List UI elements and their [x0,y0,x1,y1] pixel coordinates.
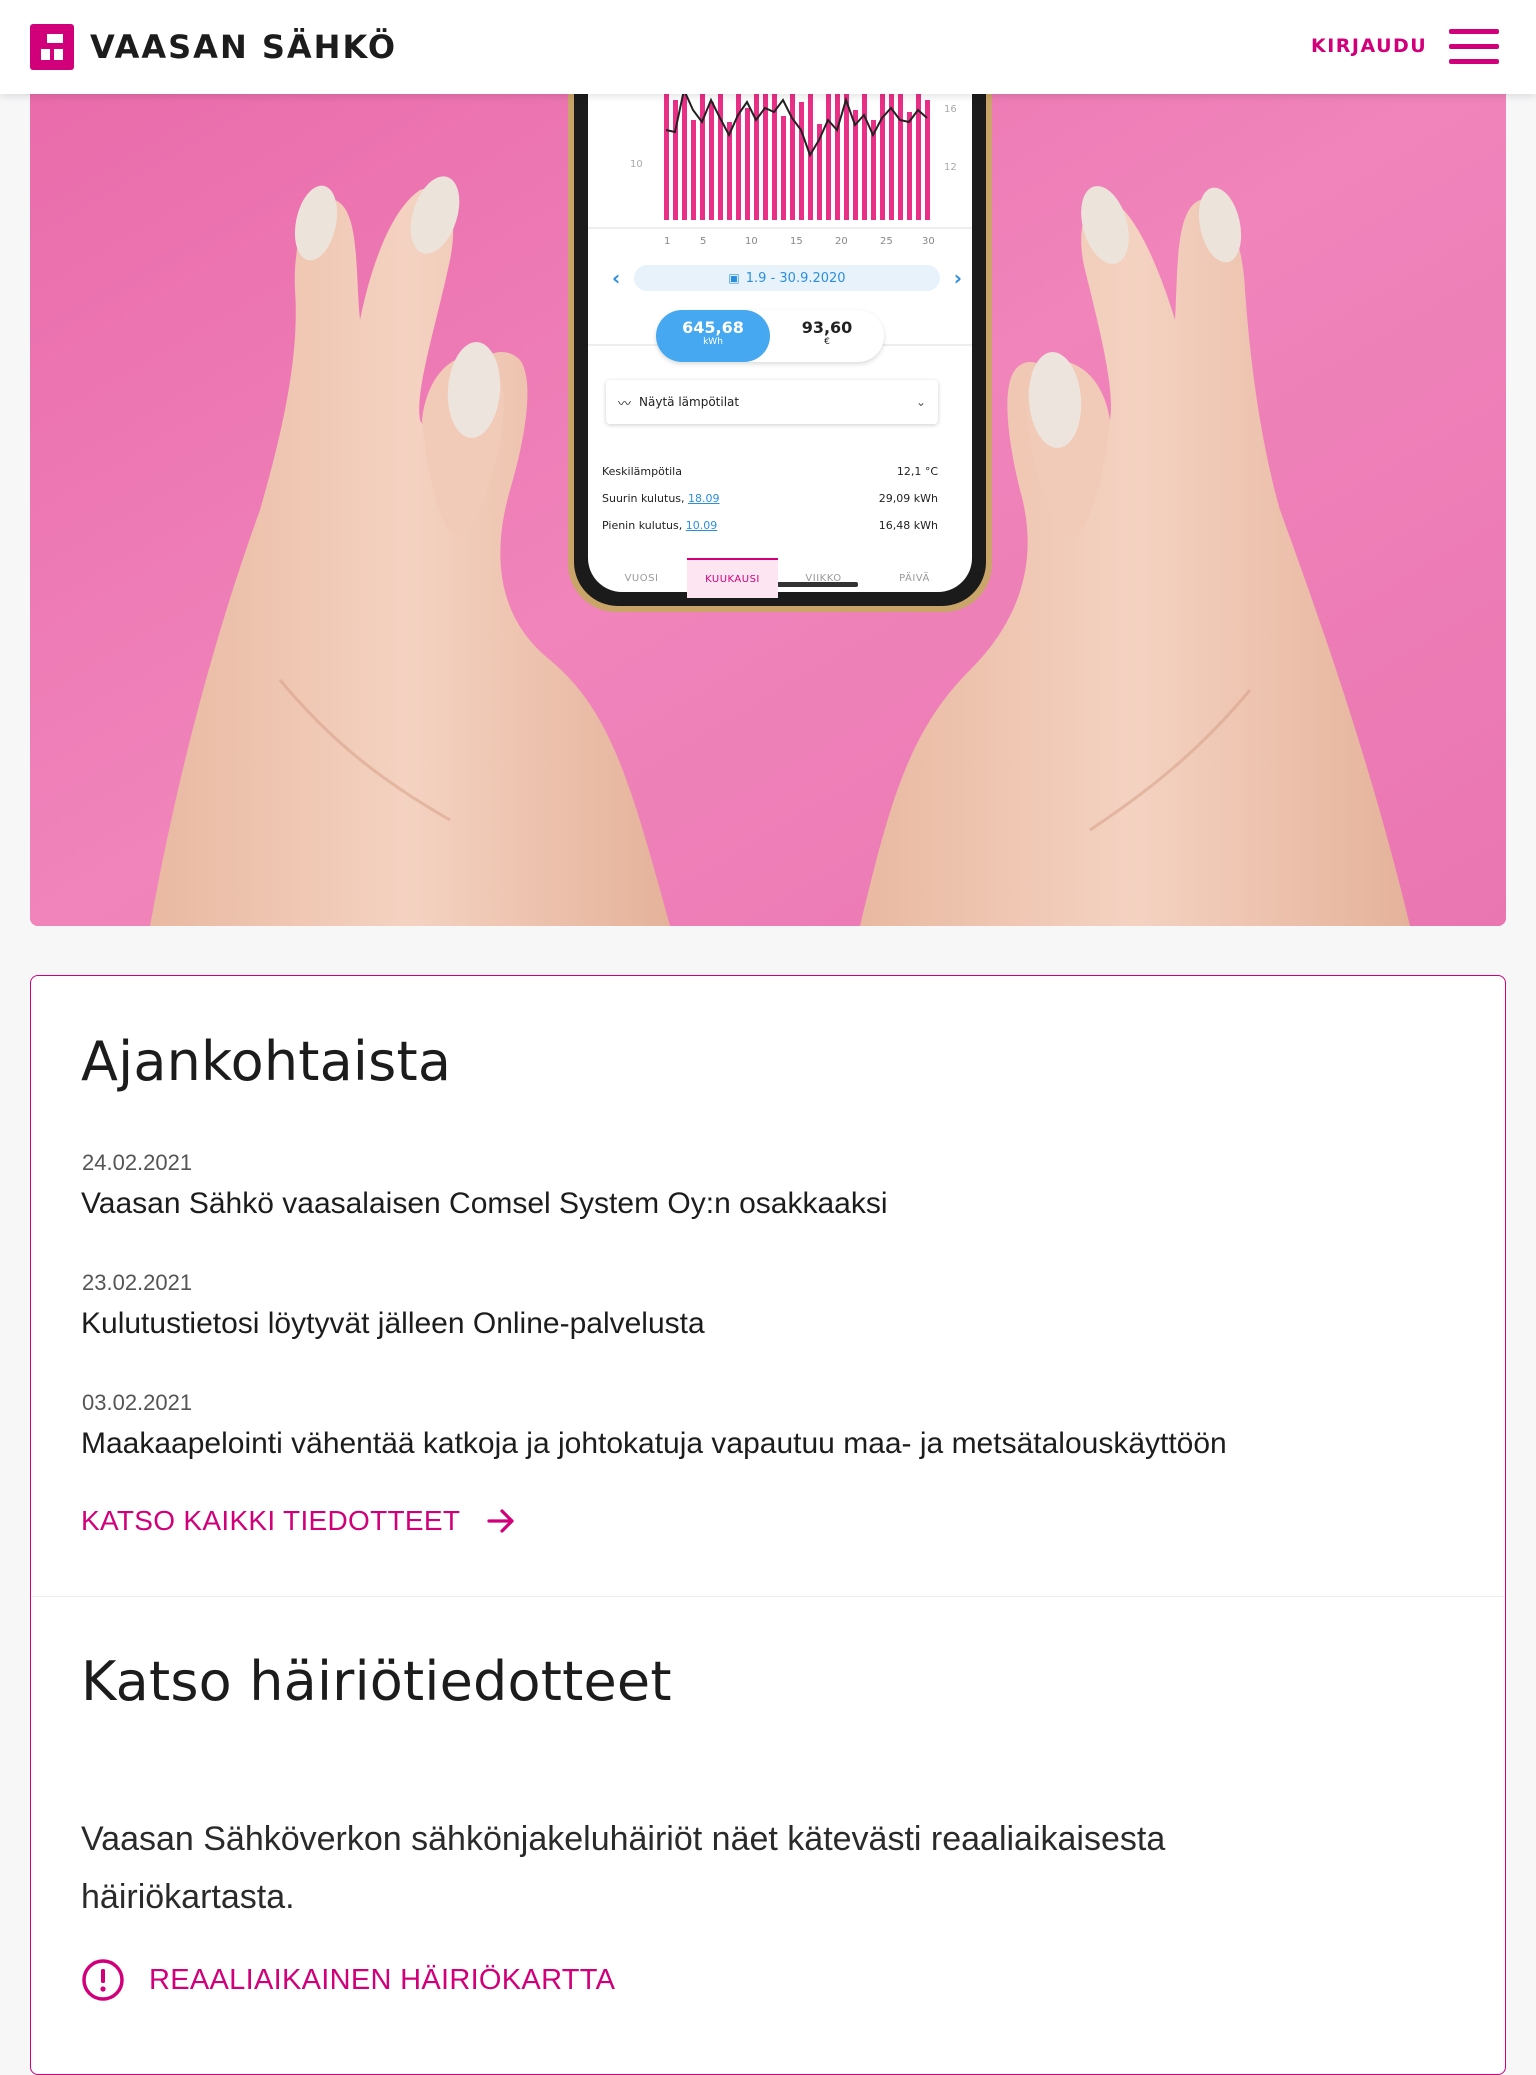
phone-stat-label: Pienin kulutus, 10.09 [602,519,718,532]
brand-logo-icon [30,24,74,70]
phone-x-tick: 20 [835,236,848,247]
news-date: 03.02.2021 [82,1390,193,1415]
phone-tab: VUOSI [624,572,659,584]
phone-temperature-dropdown: 〰 Näytä lämpötilat ⌄ [606,380,938,424]
phone-axis-left-tick: 10 [630,159,643,170]
news-date: 23.02.2021 [82,1270,193,1295]
phone-axis-right-tick: 12 [944,162,957,173]
section-divider [31,1596,1505,1597]
phone-energy-unit: kWh [703,337,723,347]
outage-section-title: Katso häiriötiedotteet [81,1650,672,1713]
arrow-right-icon [486,1506,516,1536]
phone-stat-date-link: 10.09 [685,519,718,532]
phone-calendar-icon: ▣ [728,271,740,285]
news-item-link[interactable]: Maakaapelointi vähentää katkoja ja johto… [81,1427,1227,1461]
hero-image: 20 10 16 12 151015202530 ‹ ▣ 1.9 - 30.9.… [30,60,1506,926]
phone-chevron-down-icon: ⌄ [915,395,926,409]
outage-description: Vaasan Sähköverkon sähkönjakeluhäiriöt n… [81,1820,1166,1916]
phone-cost-value: 93,60 [801,318,853,337]
site-header: VAASAN SÄHKÖ KIRJAUDU [0,0,1536,94]
phone-date-range: 1.9 - 30.9.2020 [745,270,846,286]
phone-trend-icon: 〰 [618,396,632,412]
phone-x-tick: 5 [700,236,707,247]
phone-stat-date-link: 18.09 [688,492,720,505]
phone-tab: PÄIVÄ [899,572,930,584]
login-link[interactable]: KIRJAUDU [1311,35,1427,57]
all-news-link[interactable]: KATSO KAIKKI TIEDOTTEET [81,1503,516,1539]
phone-x-tick: 30 [922,236,935,247]
phone-x-tick: 1 [664,236,671,247]
phone-temperature-toggle-label: Näytä lämpötilat [639,395,740,409]
phone-value-toggle: 645,68 kWh 93,60 € [656,310,884,362]
phone-tab: KUUKAUSI [687,558,778,598]
all-news-label: KATSO KAIKKI TIEDOTTEET [81,1505,461,1536]
phone-energy-value: 645,68 [682,318,744,337]
phone-stat-value: 16,48 kWh [878,519,938,532]
phone-stat-value: 12,1 °C [896,465,938,478]
news-date: 24.02.2021 [82,1150,193,1175]
phone-stat-row: Pienin kulutus, 10.09 16,48 kWh [602,512,938,539]
hamburger-menu-icon[interactable] [1449,29,1499,65]
phone-cost-unit: € [824,337,830,347]
phone-x-tick: 10 [745,236,758,247]
news-item-link[interactable]: Vaasan Sähkö vaasalaisen Comsel System O… [81,1187,888,1221]
alert-circle-icon [81,1958,125,2002]
phone-x-tick: 15 [790,236,803,247]
phone-date-selector: ‹ ▣ 1.9 - 30.9.2020 › [612,264,962,292]
phone-tab: VIIKKO [805,572,842,584]
news-item-link[interactable]: Kulutustietosi löytyvät jälleen Online-p… [81,1307,705,1341]
phone-stats-list: Keskilämpötila 12,1 °C Suurin kulutus, 18.… [602,458,938,539]
phone-stat-label: Keskilämpötila [602,465,682,478]
outage-map-link[interactable]: REAALIAIKAINEN HÄIRIÖKARTTA [81,1957,615,2003]
phone-next-icon: › [953,266,962,290]
phone-stat-label: Suurin kulutus, 18.09 [602,492,720,505]
phone-stat-value: 29,09 kWh [878,492,938,505]
news-section-title: Ajankohtaista [81,1030,452,1093]
phone-prev-icon: ‹ [612,266,621,290]
phone-stat-row: Keskilämpötila 12,1 °C [602,458,938,485]
phone-x-tick: 25 [880,236,893,247]
outage-map-label: REAALIAIKAINEN HÄIRIÖKARTTA [149,1963,616,1996]
brand-logo[interactable]: VAASAN SÄHKÖ [30,24,397,70]
phone-stat-row: Suurin kulutus, 18.09 29,09 kWh [602,485,938,512]
phone-axis-right-tick: 16 [944,104,957,115]
brand-name: VAASAN SÄHKÖ [90,28,398,66]
phone-tab-bar: VUOSI KUUKAUSI VIIKKO PÄIVÄ [596,558,960,598]
